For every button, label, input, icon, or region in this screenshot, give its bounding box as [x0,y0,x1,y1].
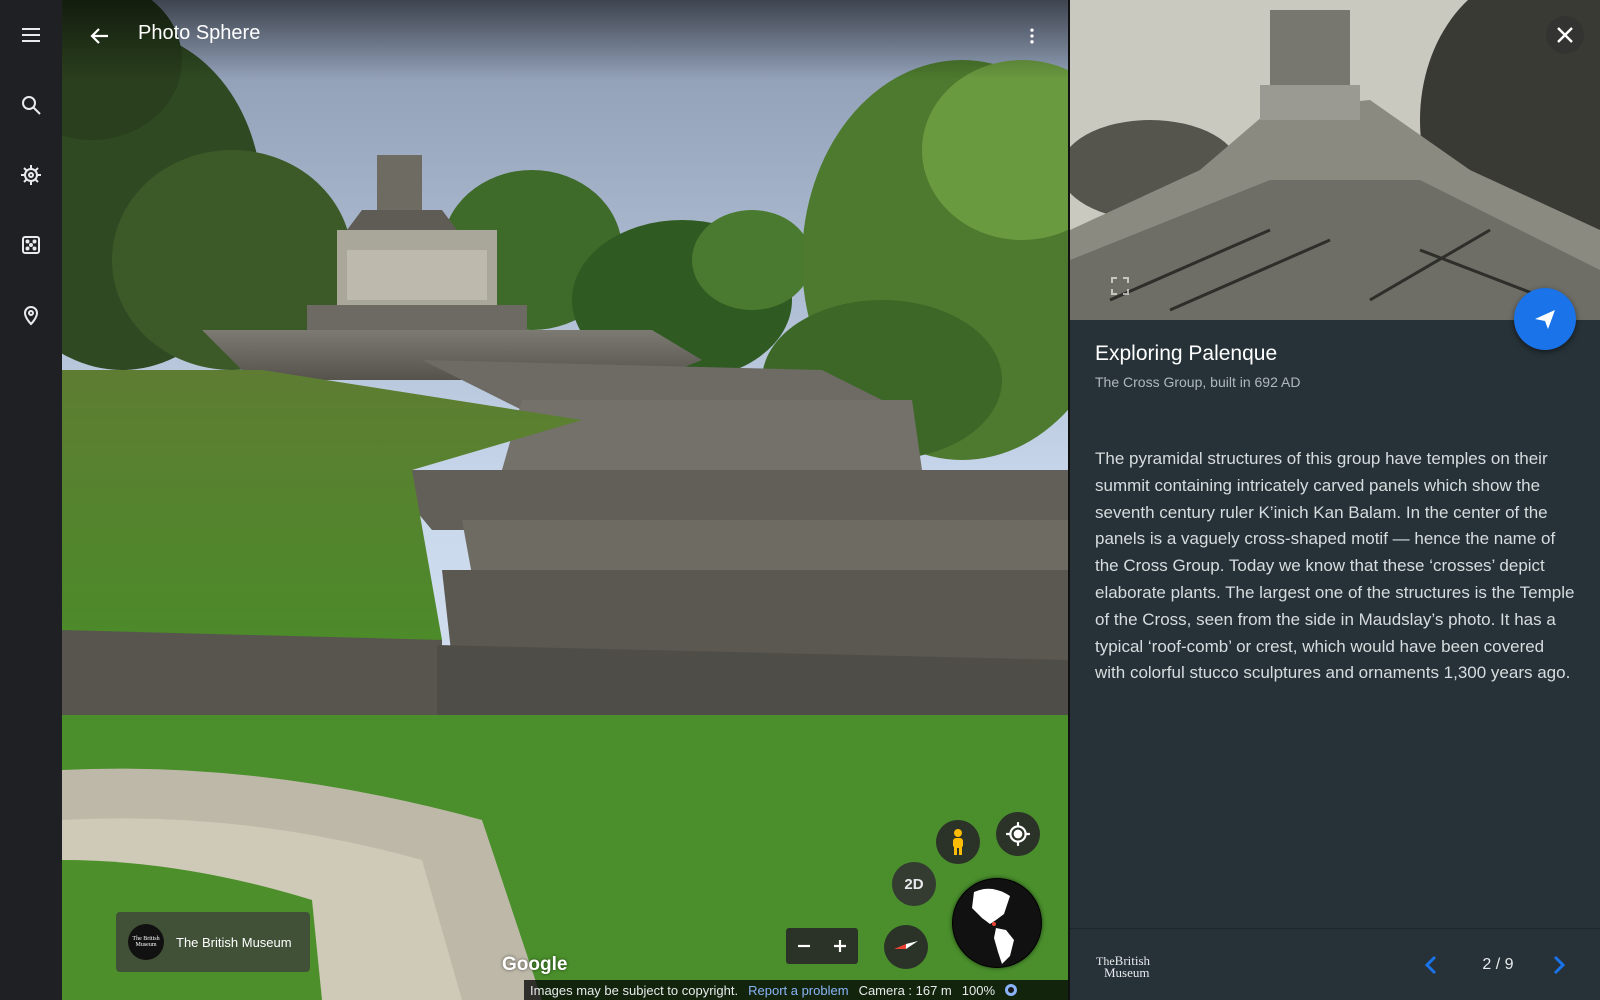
search-icon [22,96,41,115]
zoom-out-button[interactable] [786,928,822,964]
minus-icon [798,944,810,948]
feeling-lucky-button[interactable] [11,225,51,265]
menu-icon [22,28,40,42]
left-rail [0,0,62,1000]
close-icon [1557,27,1573,43]
camera-altitude: Camera : 167 m [858,982,952,998]
viewer-title: Photo Sphere [138,22,261,44]
attribution-logo-text: The British Museum [132,936,160,948]
next-card-button[interactable] [1546,953,1570,977]
zoom-level: 100% [961,982,996,998]
dice-icon [22,236,40,254]
my-location-button[interactable] [996,812,1040,856]
close-button[interactable] [1546,16,1584,54]
loading-status-icon [1005,984,1018,996]
pegman-icon [953,829,963,855]
british-museum-wordmark: TheBritish Museum [1096,954,1150,980]
zoom-in-button[interactable] [822,928,858,964]
previous-card-button[interactable] [1420,953,1444,977]
overview-globe[interactable] [952,878,1042,968]
historic-photo-image [1070,0,1600,320]
attribution-name: The British Museum [176,934,292,950]
compass-needle-icon [894,941,918,949]
card-title: Exploring Palenque [1095,342,1278,365]
wordmark-line3: Museum [1104,965,1150,980]
expand-icon[interactable] [1110,276,1130,296]
google-logo: Google [502,954,568,975]
chevron-right-icon [1553,955,1566,975]
more-options-button[interactable] [1016,20,1048,52]
card-footer: TheBritish Museum 2 / 9 [1070,928,1600,1000]
plus-icon [834,940,846,952]
photo-sphere-image[interactable] [62,0,1068,1000]
report-problem-link[interactable]: Report a problem [748,983,848,998]
crosshair-icon [1006,822,1030,846]
back-button[interactable] [84,20,116,52]
copyright-notice: Images may be subject to copyright. [530,982,739,998]
earth-app: Photo Sphere The British Museum The Brit… [0,0,1600,1000]
projects-button[interactable] [11,295,51,335]
search-button[interactable] [11,85,51,125]
menu-button[interactable] [11,15,51,55]
historic-photo[interactable] [1070,0,1600,320]
pegman-button[interactable] [936,820,980,864]
viewer-topbar: Photo Sphere [62,0,1068,80]
status-bar: Images may be subject to copyright. Repo… [524,980,1068,1000]
globe-map-icon [953,879,1041,967]
toggle-2d-button[interactable]: 2D [892,862,936,906]
send-icon [1535,310,1555,329]
share-button[interactable] [1514,288,1576,350]
location-pin-icon [23,306,39,326]
card-subtitle: The Cross Group, built in 692 AD [1095,374,1301,390]
voyager-icon [21,165,41,185]
photo-sphere-viewer[interactable]: Photo Sphere The British Museum The Brit… [62,0,1068,1000]
knowledge-card-panel: Exploring Palenque The Cross Group, buil… [1068,0,1600,1000]
attribution-chip[interactable]: The British Museum The British Museum [116,912,310,972]
more-vert-icon [1030,28,1034,44]
voyager-button[interactable] [11,155,51,195]
arrow-left-icon [90,28,108,44]
british-museum-logo: The British Museum [128,924,164,960]
chevron-left-icon [1424,955,1437,975]
page-counter: 2 / 9 [1482,956,1514,973]
zoom-control [786,928,858,964]
compass-button[interactable] [884,925,928,969]
card-description: The pyramidal structures of this group h… [1095,449,1575,683]
